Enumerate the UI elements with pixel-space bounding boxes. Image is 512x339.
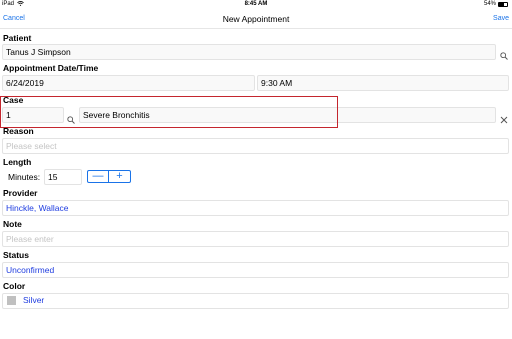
provider-label: Provider	[3, 188, 38, 198]
appointment-time-field[interactable]: 9:30 AM	[257, 75, 509, 91]
color-swatch	[7, 296, 16, 305]
status-label: Status	[3, 250, 29, 260]
provider-field[interactable]: Hinckle, Wallace	[2, 200, 509, 216]
clear-case-icon[interactable]	[500, 111, 508, 129]
patient-label: Patient	[3, 33, 32, 43]
length-label: Length	[3, 157, 32, 167]
reason-select[interactable]: Please select	[2, 138, 509, 154]
battery-percent: 54%	[483, 1, 496, 7]
minutes-label: Minutes:	[8, 172, 41, 182]
appointment-label: Appointment Date/Time	[3, 63, 99, 73]
patient-field[interactable]: Tanus J Simpson	[2, 44, 496, 60]
battery-icon	[498, 1, 508, 7]
clock: 8:45 AM	[244, 1, 268, 7]
save-button[interactable]: Save	[493, 15, 509, 22]
color-value: Silver	[23, 295, 45, 305]
battery-indicator: 54%	[484, 1, 508, 7]
increment-button[interactable]: +	[109, 171, 130, 182]
case-highlight-box	[0, 96, 338, 128]
color-label: Color	[3, 281, 26, 291]
decrement-button[interactable]: —	[88, 171, 109, 182]
navigation-bar: Cancel New Appointment Save	[0, 9, 512, 29]
minutes-input[interactable]: 15	[44, 169, 82, 185]
status-bar: iPad 8:45 AM 54%	[0, 0, 512, 9]
reason-label: Reason	[3, 126, 34, 136]
color-field[interactable]	[2, 293, 509, 309]
page-title: New Appointment	[222, 14, 290, 24]
search-icon[interactable]	[500, 47, 508, 65]
status-field[interactable]: Unconfirmed	[2, 262, 509, 278]
appointment-date-field[interactable]: 6/24/2019	[2, 75, 255, 91]
minutes-stepper: — +	[87, 170, 131, 183]
note-label: Note	[3, 219, 22, 229]
note-input[interactable]: Please enter	[2, 231, 509, 247]
